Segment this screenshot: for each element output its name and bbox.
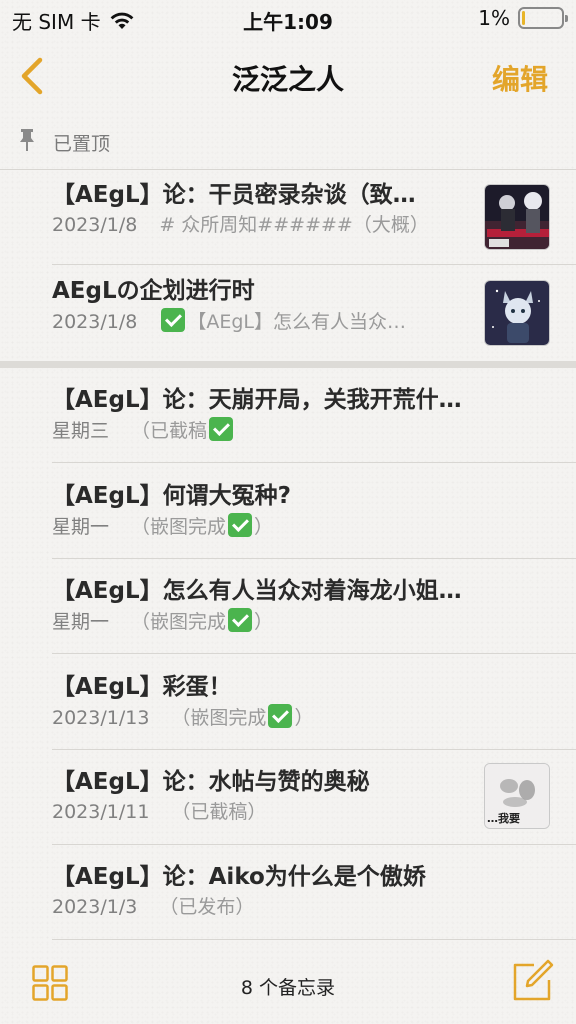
row-separator — [52, 558, 576, 559]
note-date: 2023/1/3 — [52, 896, 138, 918]
note-snippet: （已截稿） — [171, 801, 267, 823]
note-snippet: （嵌图完成 — [131, 516, 227, 538]
note-meta: 星期一 （嵌图完成 ） — [52, 513, 576, 540]
note-item-6[interactable]: 【AEgL】论：Aiko为什么是个傲娇 2023/1/3 （已发布） — [52, 862, 576, 940]
edit-button[interactable]: 编辑 — [492, 58, 548, 98]
note-meta: 2023/1/8 【AEgL】怎么有人当众… — [52, 308, 452, 335]
note-title: 【AEgL】论：干员密录杂谈（致… — [52, 182, 416, 208]
note-thumbnail: …我要 — [484, 763, 550, 829]
section-divider — [0, 361, 576, 368]
note-date: 星期一 — [52, 516, 110, 538]
note-item-5[interactable]: 【AEgL】论：水帖与赞的奥秘 2023/1/11 （已截稿） …我要 — [52, 763, 576, 845]
note-snippet-end: ） — [254, 516, 274, 538]
page-title: 泛泛之人 — [231, 63, 344, 96]
status-right: 1% — [478, 6, 568, 30]
note-title: 【AEgL】何谓大冤种? — [52, 483, 291, 509]
checkmark-icon — [228, 513, 253, 537]
row-separator — [52, 939, 576, 940]
note-snippet: 【AEgL】怎么有人当众… — [187, 311, 406, 333]
row-separator — [52, 462, 576, 463]
note-title: AEgLの企划进行时 — [52, 278, 255, 304]
checkmark-icon — [228, 608, 253, 632]
note-meta: 2023/1/8 # 众所周知######（大概） — [52, 212, 452, 238]
note-meta: 2023/1/13 （嵌图完成 ） — [52, 704, 576, 731]
nav-bar: 泛泛之人 编辑 — [0, 44, 576, 108]
new-note-button[interactable] — [512, 959, 554, 1001]
chevron-left-icon — [21, 57, 43, 95]
note-date: 2023/1/11 — [52, 801, 150, 823]
note-item-4[interactable]: 【AEgL】彩蛋！ 2023/1/13 （嵌图完成 ） — [52, 672, 576, 750]
note-snippet-end: ） — [254, 611, 274, 633]
note-meta: 星期一 （嵌图完成 ） — [52, 608, 576, 635]
note-snippet: （已截稿 — [131, 420, 208, 442]
checkmark-icon — [268, 704, 293, 728]
anime-scene-image — [485, 185, 549, 249]
gallery-view-button[interactable] — [32, 965, 68, 1001]
row-separator — [52, 749, 576, 750]
note-date: 星期一 — [52, 611, 110, 633]
note-meta: 2023/1/11 （已截稿） — [52, 799, 452, 825]
grid-view-icon — [32, 965, 68, 1001]
note-snippet: # 众所周知######（大概） — [159, 214, 429, 236]
note-meta: 2023/1/3 （已发布） — [52, 894, 576, 920]
note-date: 星期三 — [52, 420, 110, 442]
battery-percent: 1% — [478, 6, 510, 30]
battery-fill — [522, 11, 525, 25]
note-title: 【AEgL】论：天崩开局，关我开荒什… — [52, 387, 462, 413]
note-thumbnail — [484, 184, 550, 250]
note-item-3[interactable]: 【AEgL】怎么有人当众对着海龙小姐… 星期一 （嵌图完成 ） — [52, 576, 576, 654]
note-meta: 星期三 （已截稿 — [52, 417, 576, 444]
note-title: 【AEgL】论：Aiko为什么是个傲娇 — [52, 864, 426, 890]
note-date: 2023/1/13 — [52, 707, 150, 729]
note-title: 【AEgL】怎么有人当众对着海龙小姐… — [52, 578, 462, 604]
battery-icon — [518, 7, 568, 29]
note-date: 2023/1/8 — [52, 311, 138, 333]
note-item-2[interactable]: 【AEgL】何谓大冤种? 星期一 （嵌图完成 ） — [52, 481, 576, 559]
note-snippet: （嵌图完成 — [171, 707, 267, 729]
row-separator — [52, 844, 576, 845]
pinned-label: 已置顶 — [53, 133, 111, 155]
pinned-note-2[interactable]: AEgLの企划进行时 2023/1/8 【AEgL】怎么有人当众… — [52, 276, 576, 361]
note-date: 2023/1/8 — [52, 214, 138, 236]
note-title: 【AEgL】彩蛋！ — [52, 674, 232, 700]
note-snippet-end: ） — [294, 707, 314, 729]
pin-icon — [20, 129, 34, 151]
note-item-1[interactable]: 【AEgL】论：天崩开局，关我开荒什… 星期三 （已截稿 — [52, 385, 576, 463]
chibi-character-image — [485, 281, 549, 345]
pinned-note-1[interactable]: 【AEgL】论：干员密录杂谈（致… 2023/1/8 # 众所周知######（大… — [52, 180, 576, 265]
note-thumbnail — [484, 280, 550, 346]
note-snippet: （嵌图完成 — [131, 611, 227, 633]
checkmark-icon — [209, 417, 234, 441]
note-title: 【AEgL】论：水帖与赞的奥秘 — [52, 769, 370, 795]
compose-icon — [513, 959, 554, 1001]
thumbnail-caption: …我要 — [487, 812, 520, 825]
divider — [0, 169, 576, 170]
note-snippet: （已发布） — [159, 896, 255, 918]
back-button[interactable] — [14, 54, 54, 98]
row-separator — [52, 653, 576, 654]
row-separator — [52, 264, 576, 265]
checkmark-icon — [161, 308, 186, 332]
pinned-section-header: 已置顶 — [0, 120, 576, 160]
bottom-toolbar: 8 个备忘录 — [0, 945, 576, 1024]
notes-count: 8 个备忘录 — [240, 977, 336, 999]
status-bar: 无 SIM 卡 上午1:09 1% — [0, 0, 576, 40]
